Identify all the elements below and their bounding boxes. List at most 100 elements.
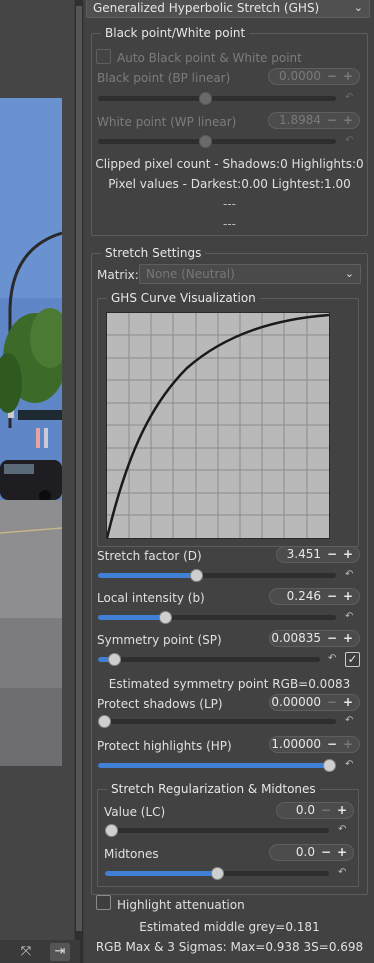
local-intensity-slider[interactable] — [98, 611, 336, 624]
clipped-pixel-count: Clipped pixel count - Shadows:0 Highligh… — [95, 157, 364, 171]
midtones-spinbox[interactable]: 0.0 − + — [269, 844, 354, 861]
minus-icon[interactable]: − — [325, 547, 339, 562]
value-lc-slider[interactable] — [105, 824, 329, 837]
fit-to-screen-icon[interactable]: ⤧ — [16, 943, 36, 961]
local-intensity-spinbox[interactable]: 0.246 − + — [269, 588, 360, 605]
bp-label: Black point (BP linear) — [97, 71, 231, 85]
reset-icon[interactable]: ↶ — [338, 868, 350, 878]
slider-fill — [98, 573, 196, 578]
symmetry-point-spinbox[interactable]: 0.00835 − + — [269, 630, 360, 647]
slider-handle[interactable] — [199, 135, 212, 148]
minus-icon[interactable]: − — [325, 695, 339, 710]
reset-icon[interactable]: ↶ — [345, 570, 357, 580]
minus-icon[interactable]: − — [325, 631, 339, 646]
highlight-attenuation-checkbox[interactable] — [96, 895, 111, 910]
slider-fill — [105, 871, 217, 876]
chevron-down-icon: ⌄ — [344, 267, 354, 280]
reset-icon[interactable]: ↶ — [328, 654, 340, 664]
pixel-values: Pixel values - Darkest:0.00 Lightest:1.0… — [108, 177, 351, 191]
wp-slider[interactable] — [98, 135, 336, 148]
midtones-value: 0.0 — [295, 845, 315, 859]
plus-icon[interactable]: + — [341, 695, 355, 710]
slider-fill — [98, 763, 329, 768]
info-line-1: --- — [223, 197, 236, 211]
plus-icon[interactable]: + — [341, 589, 355, 604]
plus-icon[interactable]: + — [341, 69, 355, 84]
group-title: Stretch Regularization & Midtones — [107, 782, 320, 796]
symmetry-point-slider[interactable] — [98, 653, 320, 666]
matrix-label: Matrix: — [97, 268, 139, 282]
protect-shadows-value: 0.00000 — [271, 695, 321, 709]
stretch-factor-spinbox[interactable]: 3.451 − + — [276, 546, 360, 563]
minus-icon[interactable]: − — [319, 845, 333, 860]
scrollbar-thumb[interactable] — [76, 6, 82, 931]
minus-icon[interactable]: − — [325, 69, 339, 84]
reset-icon[interactable]: ↶ — [345, 93, 357, 103]
value-lc-spinbox[interactable]: 0.0 − + — [276, 802, 354, 819]
symmetry-point-label: Symmetry point (SP) — [97, 633, 222, 647]
plus-icon[interactable]: + — [341, 737, 355, 752]
minus-icon[interactable]: − — [319, 803, 333, 818]
auto-bp-wp-label: Auto Black point & White point — [117, 51, 302, 65]
reset-icon[interactable]: ↶ — [345, 136, 357, 146]
bp-value: 0.0000 — [279, 69, 321, 83]
protect-shadows-label: Protect shadows (LP) — [97, 697, 223, 711]
minus-icon[interactable]: − — [325, 113, 339, 128]
protect-highlights-label: Protect highlights (HP) — [97, 739, 232, 753]
bp-spinbox[interactable]: 0.0000 − + — [268, 68, 360, 85]
slider-handle[interactable] — [108, 653, 121, 666]
stretch-factor-value: 3.451 — [286, 547, 321, 561]
split-view-icon[interactable]: ⇥ — [50, 943, 70, 961]
stretch-method-select[interactable]: Generalized Hyperbolic Stretch (GHS) ⌄ — [86, 0, 370, 18]
value-lc-label: Value (LC) — [104, 805, 166, 819]
highlight-attenuation-label: Highlight attenuation — [117, 898, 245, 912]
wp-value: 1.8984 — [279, 113, 321, 127]
minus-icon[interactable]: − — [325, 737, 339, 752]
plus-icon[interactable]: + — [341, 113, 355, 128]
plus-icon[interactable]: + — [335, 845, 349, 860]
plus-icon[interactable]: + — [341, 547, 355, 562]
bp-slider[interactable] — [98, 92, 336, 105]
plus-icon[interactable]: + — [341, 631, 355, 646]
slider-handle[interactable] — [98, 715, 111, 728]
protect-highlights-value: 1.00000 — [271, 737, 321, 751]
stretch-factor-slider[interactable] — [98, 569, 336, 582]
minus-icon[interactable]: − — [325, 589, 339, 604]
info-line-2: --- — [223, 217, 236, 231]
reset-icon[interactable]: ↶ — [345, 612, 357, 622]
wp-spinbox[interactable]: 1.8984 − + — [268, 112, 360, 129]
slider-handle[interactable] — [105, 824, 118, 837]
protect-highlights-spinbox[interactable]: 1.00000 − + — [269, 736, 360, 753]
protect-shadows-spinbox[interactable]: 0.00000 − + — [269, 694, 360, 711]
protect-shadows-slider[interactable] — [98, 715, 336, 728]
chevron-down-icon: ⌄ — [353, 1, 363, 14]
reset-icon[interactable]: ↶ — [345, 716, 357, 726]
auto-bp-wp-checkbox[interactable] — [96, 49, 111, 64]
symmetry-auto-checkbox[interactable]: ✓ — [345, 652, 360, 667]
midtones-slider[interactable] — [105, 867, 329, 880]
slider-handle[interactable] — [323, 759, 336, 772]
slider-handle[interactable] — [159, 611, 172, 624]
group-title: Stretch Settings — [101, 246, 206, 260]
rgb-max-sigmas: RGB Max & 3 Sigmas: Max=0.938 3S=0.698 — [95, 940, 364, 954]
estimated-middle-grey: Estimated middle grey=0.181 — [139, 920, 320, 934]
value-lc-value: 0.0 — [295, 803, 315, 817]
slider-handle[interactable] — [211, 867, 224, 880]
ghs-curve-plot — [105, 312, 330, 539]
curve-svg — [105, 313, 330, 539]
slider-handle[interactable] — [199, 92, 212, 105]
preview-image — [0, 98, 62, 766]
reset-icon[interactable]: ↶ — [338, 825, 350, 835]
symmetry-point-value: 0.00835 — [271, 631, 321, 645]
preview-toolbar: ⤧ ⇥ — [0, 940, 80, 963]
slider-handle[interactable] — [190, 569, 203, 582]
reset-icon[interactable]: ↶ — [345, 760, 357, 770]
matrix-select[interactable]: None (Neutral) ⌄ — [139, 264, 361, 284]
image-preview-pane — [0, 0, 74, 963]
local-intensity-value: 0.246 — [286, 589, 321, 603]
protect-highlights-slider[interactable] — [98, 759, 336, 772]
group-title: Black point/White point — [101, 26, 250, 40]
stretch-method-value: Generalized Hyperbolic Stretch (GHS) — [93, 1, 320, 15]
stretch-factor-label: Stretch factor (D) — [97, 549, 202, 563]
plus-icon[interactable]: + — [335, 803, 349, 818]
